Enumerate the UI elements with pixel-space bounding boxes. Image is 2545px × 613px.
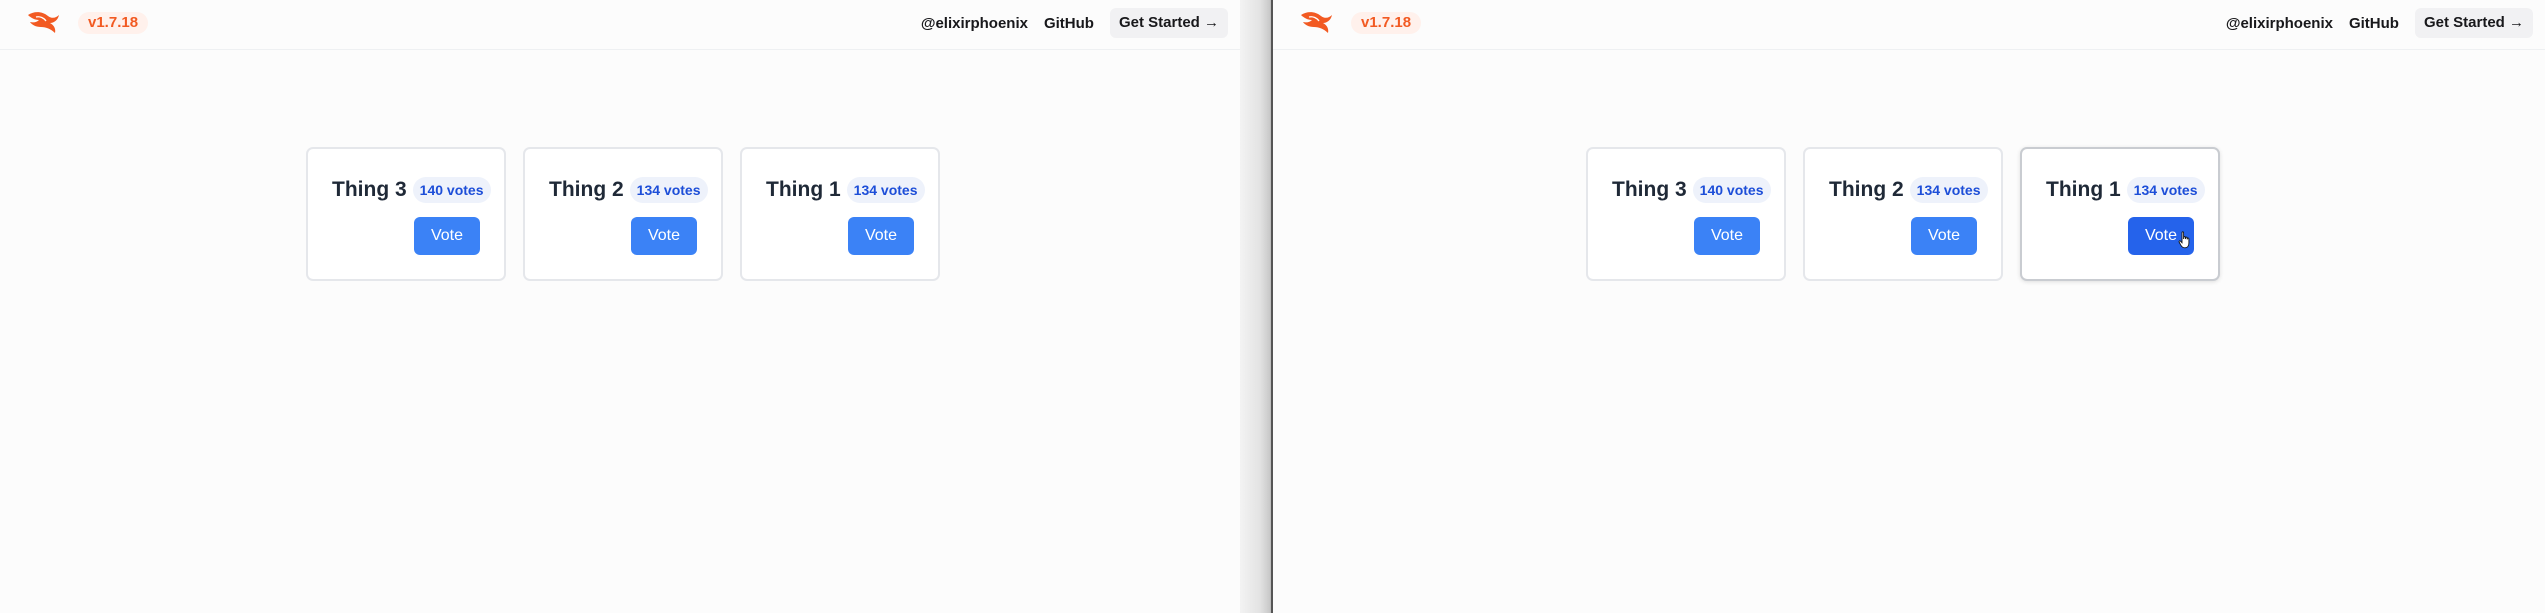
- vote-button[interactable]: Vote: [1694, 217, 1760, 255]
- thing-card: Thing 1 134 votes Vote: [740, 147, 940, 281]
- card-header: Thing 3 140 votes: [332, 177, 491, 203]
- top-navbar: v1.7.18 @elixirphoenix GitHub Get Starte…: [0, 0, 1240, 50]
- vote-count-badge: 134 votes: [2126, 177, 2205, 203]
- browser-panel-right: v1.7.18 @elixirphoenix GitHub Get Starte…: [1273, 0, 2545, 613]
- vote-count-badge: 140 votes: [1692, 177, 1771, 203]
- phoenix-logo-icon[interactable]: [26, 9, 62, 35]
- thing-title: Thing 2: [549, 178, 624, 201]
- thing-card: Thing 2 134 votes Vote: [1803, 147, 2003, 281]
- version-badge: v1.7.18: [1351, 12, 1422, 34]
- get-started-button[interactable]: Get Started →: [2414, 8, 2533, 38]
- header-nav: @elixirphoenix GitHub Get Started →: [2226, 8, 2533, 38]
- card-header: Thing 2 134 votes: [549, 177, 708, 203]
- github-link[interactable]: GitHub: [2349, 15, 2399, 32]
- phoenix-logo-icon[interactable]: [1299, 9, 1335, 35]
- vote-count-badge: 134 votes: [846, 177, 925, 203]
- twitter-link[interactable]: @elixirphoenix: [921, 15, 1028, 32]
- screenshot-stage: v1.7.18 @elixirphoenix GitHub Get Starte…: [0, 0, 2545, 613]
- top-navbar: v1.7.18 @elixirphoenix GitHub Get Starte…: [1273, 0, 2545, 50]
- vote-count-badge: 134 votes: [629, 177, 708, 203]
- browser-panel-left: v1.7.18 @elixirphoenix GitHub Get Starte…: [0, 0, 1240, 613]
- thing-title: Thing 1: [2046, 178, 2121, 201]
- vote-button[interactable]: Vote: [848, 217, 914, 255]
- twitter-link[interactable]: @elixirphoenix: [2226, 15, 2333, 32]
- vote-button[interactable]: Vote: [1911, 217, 1977, 255]
- header-nav: @elixirphoenix GitHub Get Started →: [921, 8, 1228, 38]
- things-list: Thing 3 140 votes Vote Thing 2 134 votes…: [1586, 147, 2220, 281]
- card-header: Thing 3 140 votes: [1612, 177, 1771, 203]
- things-list: Thing 3 140 votes Vote Thing 2 134 votes…: [306, 147, 940, 281]
- version-badge: v1.7.18: [78, 12, 149, 34]
- card-header: Thing 2 134 votes: [1829, 177, 1988, 203]
- vote-button[interactable]: Vote: [414, 217, 480, 255]
- thing-title: Thing 3: [1612, 178, 1687, 201]
- vote-button-hovered[interactable]: Vote: [2128, 217, 2194, 255]
- card-header: Thing 1 134 votes: [766, 177, 925, 203]
- github-link[interactable]: GitHub: [1044, 15, 1094, 32]
- thing-card: Thing 3 140 votes Vote: [1586, 147, 1786, 281]
- thing-title: Thing 2: [1829, 178, 1904, 201]
- vote-button[interactable]: Vote: [631, 217, 697, 255]
- thing-title: Thing 1: [766, 178, 841, 201]
- get-started-button[interactable]: Get Started →: [1109, 8, 1228, 38]
- card-header: Thing 1 134 votes: [2046, 177, 2205, 203]
- vote-count-badge: 134 votes: [1909, 177, 1988, 203]
- vote-count-badge: 140 votes: [412, 177, 491, 203]
- thing-card: Thing 3 140 votes Vote: [306, 147, 506, 281]
- thing-title: Thing 3: [332, 178, 407, 201]
- thing-card: Thing 2 134 votes Vote: [523, 147, 723, 281]
- thing-card-hovered: Thing 1 134 votes Vote: [2020, 147, 2220, 281]
- window-divider-shadow: [1240, 0, 1273, 613]
